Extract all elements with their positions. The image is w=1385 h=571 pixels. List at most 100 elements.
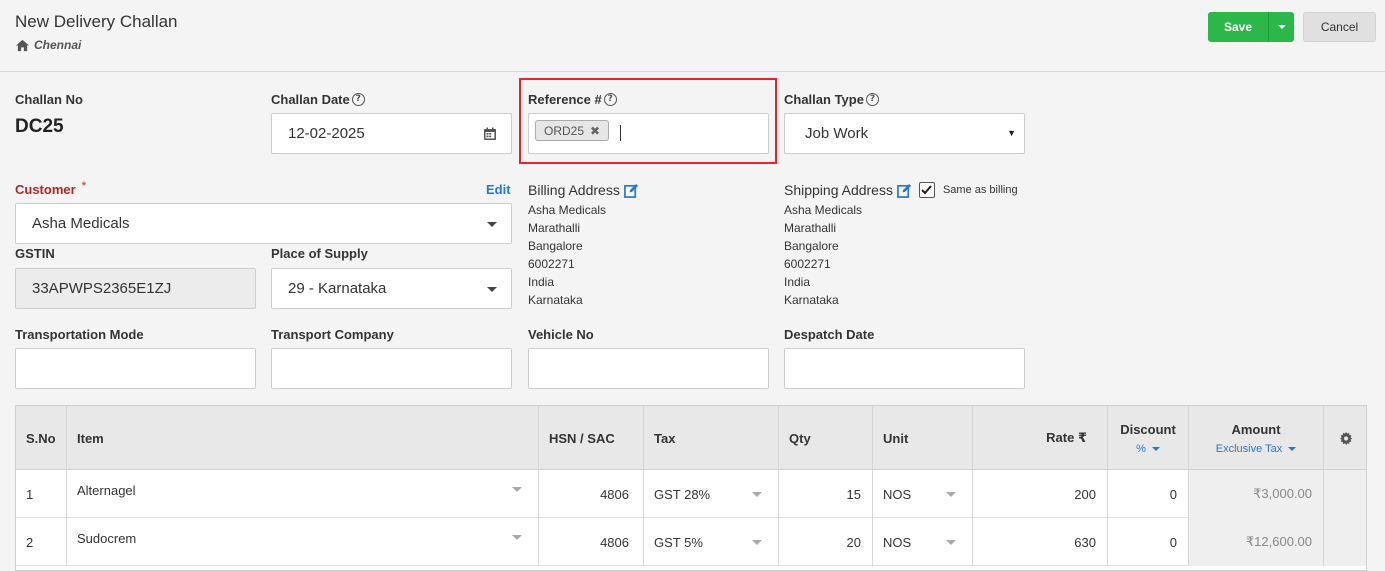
address-line: Asha Medicals bbox=[528, 203, 607, 217]
customer-value: Asha Medicals bbox=[32, 215, 130, 232]
transportation-mode-label-text: Transportation Mode bbox=[15, 327, 144, 342]
cell-unit: NOS bbox=[883, 486, 912, 502]
checkmark-icon bbox=[921, 185, 933, 195]
address-line: Karnataka bbox=[528, 293, 583, 307]
home-icon bbox=[16, 39, 29, 51]
challan-date-label: Challan Date ? bbox=[271, 92, 365, 107]
transportation-mode-label: Transportation Mode bbox=[15, 327, 144, 342]
cell-discount[interactable]: 0 bbox=[1108, 518, 1189, 566]
billing-address-title: Billing Address bbox=[528, 182, 639, 198]
unit-select[interactable]: NOS bbox=[873, 518, 973, 566]
header-discount: Discount % bbox=[1108, 406, 1189, 470]
challan-date-value: 12-02-2025 bbox=[288, 125, 365, 142]
required-marker: * bbox=[81, 179, 86, 192]
vehicle-no-input[interactable] bbox=[528, 348, 769, 389]
shipping-address-lines: Asha Medicals Marathalli Bangalore 60022… bbox=[784, 201, 862, 309]
branch-label: Chennai bbox=[15, 38, 81, 52]
cell-tax: GST 5% bbox=[654, 534, 703, 550]
billing-address-title-text: Billing Address bbox=[528, 182, 620, 198]
save-button[interactable]: Save bbox=[1208, 12, 1268, 42]
challan-no-label: Challan No bbox=[15, 92, 83, 107]
gear-icon[interactable] bbox=[1339, 431, 1353, 445]
header-item: Item bbox=[67, 406, 539, 470]
gstin-field: 33APWPS2365E1ZJ bbox=[15, 268, 256, 309]
challan-date-input[interactable]: 12-02-2025 bbox=[271, 113, 512, 154]
chevron-down-icon bbox=[512, 487, 522, 492]
header-unit: Unit bbox=[873, 406, 973, 470]
branch-name: Chennai bbox=[34, 38, 82, 52]
address-line: Bangalore bbox=[528, 239, 583, 253]
place-of-supply-label: Place of Supply bbox=[271, 246, 368, 261]
customer-select[interactable]: Asha Medicals bbox=[15, 203, 512, 244]
items-table: S.No Item HSN / SAC Tax Qty Unit Rate ₹ … bbox=[15, 405, 1367, 571]
place-of-supply-label-text: Place of Supply bbox=[271, 246, 368, 261]
place-of-supply-value: 29 - Karnataka bbox=[288, 280, 387, 297]
cancel-button[interactable]: Cancel bbox=[1303, 12, 1376, 42]
header-sno: S.No bbox=[16, 406, 67, 470]
header-discount-text: Discount bbox=[1120, 421, 1176, 437]
vehicle-no-label: Vehicle No bbox=[528, 327, 594, 342]
header-tax: Tax bbox=[644, 406, 779, 470]
tax-select[interactable]: GST 5% bbox=[644, 518, 779, 566]
cell-qty[interactable]: 15 bbox=[779, 470, 873, 518]
item-select[interactable]: Sudocrem bbox=[67, 518, 539, 566]
challan-type-label: Challan Type ? bbox=[784, 92, 879, 107]
address-line: Karnataka bbox=[784, 293, 839, 307]
cell-hsn[interactable]: 4806 bbox=[539, 470, 644, 518]
transport-company-label-text: Transport Company bbox=[271, 327, 394, 342]
transport-company-input[interactable] bbox=[271, 348, 512, 389]
despatch-date-label-text: Despatch Date bbox=[784, 327, 875, 342]
table-header: S.No Item HSN / SAC Tax Qty Unit Rate ₹ … bbox=[16, 406, 1366, 470]
transportation-mode-input[interactable] bbox=[15, 348, 256, 389]
chevron-down-icon bbox=[752, 492, 762, 497]
chevron-down-icon bbox=[1151, 446, 1160, 451]
challan-no-value: DC25 bbox=[15, 116, 64, 137]
address-line: India bbox=[784, 275, 811, 289]
cell-item: Sudocrem bbox=[77, 531, 137, 546]
unit-select[interactable]: NOS bbox=[873, 470, 973, 518]
cell-qty[interactable]: 20 bbox=[779, 518, 873, 566]
tax-mode-toggle[interactable]: Exclusive Tax bbox=[1215, 442, 1297, 455]
challan-date-label-text: Challan Date bbox=[271, 92, 350, 107]
chevron-down-icon bbox=[752, 540, 762, 545]
challan-type-value: Job Work bbox=[805, 125, 869, 142]
header-hsn: HSN / SAC bbox=[539, 406, 644, 470]
discount-type-toggle[interactable]: % bbox=[1136, 443, 1160, 455]
table-settings[interactable] bbox=[1324, 406, 1366, 470]
edit-customer-link[interactable]: Edit bbox=[486, 182, 511, 197]
place-of-supply-select[interactable]: 29 - Karnataka bbox=[271, 268, 512, 309]
vehicle-no-label-text: Vehicle No bbox=[528, 327, 594, 342]
cell-amount: ₹3,000.00 bbox=[1189, 470, 1324, 518]
cell-rate[interactable]: 200 bbox=[973, 470, 1108, 518]
billing-address-lines: Asha Medicals Marathalli Bangalore 60022… bbox=[528, 201, 606, 309]
customer-label: Customer * bbox=[15, 179, 86, 198]
chevron-down-icon bbox=[512, 535, 522, 540]
chevron-down-icon bbox=[946, 540, 956, 545]
cell-rate[interactable]: 630 bbox=[973, 518, 1108, 566]
same-as-billing-checkbox[interactable] bbox=[918, 182, 935, 198]
cell-actions bbox=[1324, 518, 1366, 566]
help-icon[interactable]: ? bbox=[351, 93, 365, 106]
edit-icon[interactable] bbox=[623, 183, 639, 198]
cell-unit: NOS bbox=[883, 534, 912, 550]
cell-hsn[interactable]: 4806 bbox=[539, 518, 644, 566]
challan-no-label-text: Challan No bbox=[15, 92, 83, 107]
chevron-down-icon bbox=[1288, 446, 1297, 451]
challan-type-select[interactable]: Job Work ▼ bbox=[784, 113, 1025, 154]
save-options-toggle[interactable] bbox=[1268, 12, 1294, 42]
despatch-date-input[interactable] bbox=[784, 348, 1025, 389]
cell-discount[interactable]: 0 bbox=[1108, 470, 1189, 518]
tax-mode-text: Exclusive Tax bbox=[1215, 442, 1283, 455]
item-select[interactable]: Alternagel bbox=[67, 470, 539, 518]
reference-highlight-box bbox=[519, 78, 777, 164]
address-line: India bbox=[528, 275, 555, 289]
header-amount-text: Amount bbox=[1231, 421, 1281, 437]
edit-icon[interactable] bbox=[897, 183, 912, 198]
help-icon[interactable]: ? bbox=[865, 93, 879, 106]
table-row: 1 Alternagel 4806 GST 28% 15 NOS 200 0 ₹… bbox=[16, 470, 1366, 518]
header-qty: Qty bbox=[779, 406, 873, 470]
dropdown-arrow-icon: ▼ bbox=[1007, 128, 1016, 138]
address-line: Marathalli bbox=[528, 221, 581, 235]
calendar-icon[interactable] bbox=[483, 127, 497, 141]
tax-select[interactable]: GST 28% bbox=[644, 470, 779, 518]
